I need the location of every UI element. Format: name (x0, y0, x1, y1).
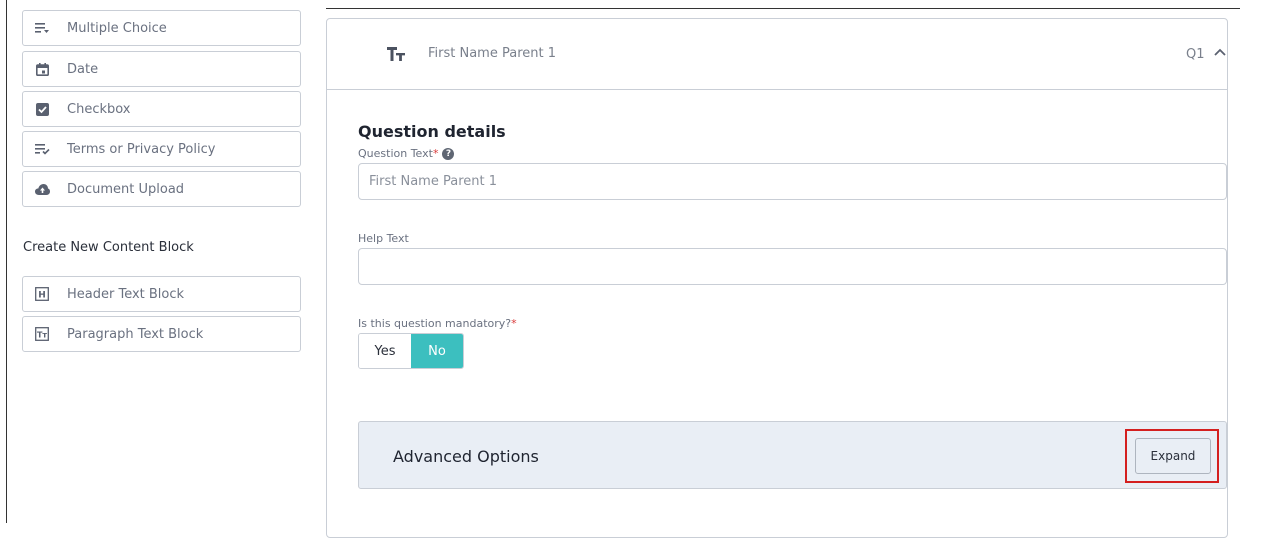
question-number: Q1 (1186, 47, 1205, 62)
mandatory-toggle[interactable]: Yes No (358, 333, 464, 369)
question-card: First Name Parent 1 Q1 Question details … (326, 18, 1228, 538)
multiple-choice-icon (34, 20, 50, 36)
add-paragraph-text-block-button[interactable]: Tт Paragraph Text Block (22, 316, 301, 352)
required-mark: * (511, 317, 517, 330)
calendar-icon (34, 61, 50, 77)
palette-item-label: Terms or Privacy Policy (67, 141, 216, 157)
text-type-icon (387, 46, 405, 66)
chevron-up-icon[interactable] (1211, 45, 1229, 59)
question-text-label-text: Question Text (358, 147, 433, 160)
mandatory-no-option[interactable]: No (411, 334, 463, 368)
expand-button[interactable]: Expand (1135, 438, 1211, 474)
question-title: First Name Parent 1 (428, 46, 556, 61)
advanced-options-title: Advanced Options (393, 447, 539, 466)
question-text-label: Question Text*? (358, 147, 455, 160)
add-checkbox-button[interactable]: Checkbox (22, 91, 301, 127)
add-terms-button[interactable]: Terms or Privacy Policy (22, 131, 301, 167)
required-mark: * (432, 147, 439, 160)
terms-icon (34, 141, 50, 157)
cloud-upload-icon (34, 181, 50, 197)
add-multiple-choice-button[interactable]: Multiple Choice (22, 10, 301, 46)
mandatory-label: Is this question mandatory?* (358, 317, 517, 330)
mandatory-yes-option[interactable]: Yes (359, 334, 411, 368)
svg-text:Tт: Tт (37, 331, 47, 340)
add-date-button[interactable]: Date (22, 51, 301, 87)
help-icon[interactable]: ? (442, 148, 455, 160)
help-text-input[interactable] (358, 248, 1227, 285)
palette-item-label: Paragraph Text Block (67, 326, 204, 342)
question-details-title: Question details (358, 122, 506, 141)
add-document-upload-button[interactable]: Document Upload (22, 171, 301, 207)
add-header-text-block-button[interactable]: H Header Text Block (22, 276, 301, 312)
palette-item-label: Header Text Block (67, 286, 185, 302)
mandatory-label-text: Is this question mandatory? (358, 317, 512, 330)
paragraph-block-icon: Tт (34, 326, 50, 342)
help-text-label: Help Text (358, 232, 409, 245)
palette-item-label: Checkbox (67, 101, 131, 117)
checkbox-icon (34, 101, 50, 117)
top-frame-border (326, 8, 1240, 9)
content-block-section-title: Create New Content Block (23, 240, 194, 255)
palette-item-label: Multiple Choice (67, 20, 167, 36)
palette-item-label: Date (67, 61, 99, 77)
header-block-icon: H (34, 286, 50, 302)
question-card-header[interactable]: First Name Parent 1 Q1 (327, 19, 1227, 90)
left-frame-border (6, 0, 7, 523)
svg-text:H: H (38, 291, 46, 301)
palette-item-label: Document Upload (67, 181, 185, 197)
question-text-input[interactable]: First Name Parent 1 (358, 163, 1227, 200)
advanced-options-panel: Advanced Options Expand (358, 421, 1227, 489)
